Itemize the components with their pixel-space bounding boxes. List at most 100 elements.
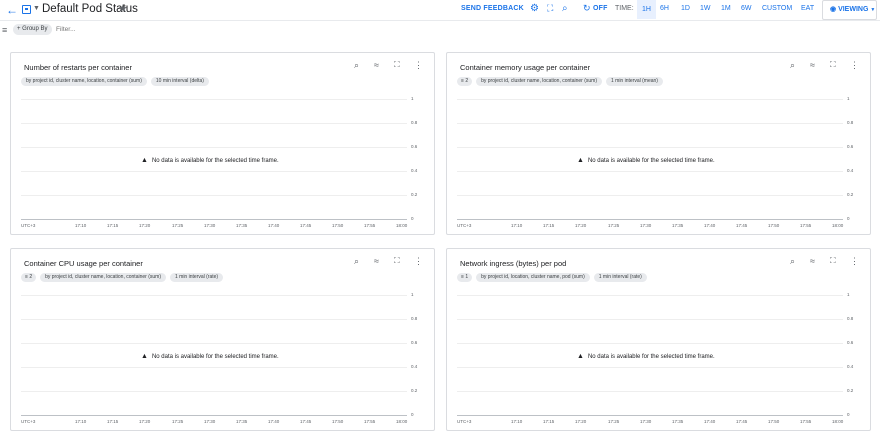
top-bar: ← ▼ Default Pod Status ★ SEND FEEDBACK ⚙… [0,0,880,21]
range-6h[interactable]: 6H [660,5,669,12]
expand-icon[interactable]: ⛶ [830,256,836,266]
x-tick-label: 17:15 [107,223,119,228]
chevron-down-icon[interactable]: ▼ [33,5,40,12]
gridline [21,219,407,220]
no-data-text: No data is available for the selected ti… [151,158,279,164]
back-arrow-icon[interactable]: ← [6,3,18,17]
gridline [21,295,407,296]
gridline [457,295,843,296]
x-tick-label: 17:15 [543,419,555,424]
zoom-reset-icon[interactable]: ⌕ [354,60,359,71]
aggregation-chip[interactable]: 1 min interval (mean) [605,77,663,86]
gridline [457,123,843,124]
aggregation-chip[interactable]: by project id, cluster name, location, c… [21,77,147,86]
gridline [457,391,843,392]
send-feedback-button[interactable]: SEND FEEDBACK [461,5,524,12]
x-tick-label: 17:25 [608,419,620,424]
filter-input[interactable] [56,26,256,33]
card-title: Container memory usage per container [460,63,591,72]
filter-chip[interactable]: ≡ 2 [457,77,473,86]
fullscreen-icon[interactable]: ⛶ [547,3,553,14]
star-icon[interactable]: ★ [118,2,128,15]
y-tick-label: 0.2 [411,388,418,393]
zoom-reset-icon[interactable]: ⌕ [354,256,359,267]
y-tick-label: 0.6 [411,144,418,149]
range-1d[interactable]: 1D [681,5,690,12]
y-tick-label: 1 [847,96,850,101]
y-tick-label: 0.6 [847,340,854,345]
x-tick-label: UTC+3 [21,419,36,424]
legend-icon[interactable]: ≈ [374,256,379,266]
chevron-down-icon: ▼ [870,7,876,13]
more-vert-icon[interactable]: ⋮ [850,60,859,71]
gear-icon[interactable]: ⚙ [530,3,539,14]
gridline [21,343,407,344]
chart-card: Container CPU usage per container ⌕ ≈ ⛶ … [10,248,435,431]
chip-row: ≡ 2 by project id, cluster name, location… [21,273,224,283]
chart-card: Number of restarts per container ⌕ ≈ ⛶ ⋮… [10,52,435,235]
x-tick-label: UTC+3 [457,419,472,424]
gridline [21,99,407,100]
filter-icon[interactable]: ≡ [2,25,7,35]
warning-icon: ▲ [141,157,148,164]
y-tick-label: 0.4 [411,168,418,173]
more-vert-icon[interactable]: ⋮ [414,256,423,267]
legend-icon[interactable]: ≈ [374,60,379,70]
more-vert-icon[interactable]: ⋮ [414,60,423,71]
legend-icon[interactable]: ≈ [810,256,815,266]
dashboard-icon[interactable] [22,5,31,14]
y-tick-label: 0.4 [411,364,418,369]
timezone-selector[interactable]: EAT [801,5,814,12]
range-6w[interactable]: 6W [741,5,752,12]
gridline [457,147,843,148]
zoom-reset-icon[interactable]: ⌕ [790,60,795,71]
refresh-icon[interactable]: ↻ [583,3,591,14]
zoom-reset-icon[interactable]: ⌕ [562,3,568,14]
gridline [457,343,843,344]
x-tick-label: 17:50 [332,223,344,228]
more-vert-icon[interactable]: ⋮ [850,256,859,267]
aggregation-chip[interactable]: by project id, cluster name, location, c… [476,77,602,86]
range-1m[interactable]: 1M [721,5,731,12]
gridline [457,219,843,220]
group-by-button[interactable]: + Group By [13,24,52,35]
auto-refresh-toggle[interactable]: OFF [593,5,608,12]
legend-icon[interactable]: ≈ [810,60,815,70]
x-tick-label: 17:30 [640,419,652,424]
x-tick-label: 17:40 [704,223,716,228]
gridline [457,171,843,172]
viewing-label: VIEWING [838,6,869,13]
gridline [457,367,843,368]
x-tick-label: 18:00 [396,223,408,228]
x-tick-label: 17:20 [139,223,151,228]
x-tick-label: 17:25 [608,223,620,228]
card-title: Network ingress (bytes) per pod [460,259,567,268]
expand-icon[interactable]: ⛶ [394,256,400,266]
x-tick-label: 17:30 [640,223,652,228]
x-tick-label: 17:35 [672,223,684,228]
viewing-dropdown[interactable]: ◉ VIEWING ▼ [822,0,877,20]
zoom-reset-icon[interactable]: ⌕ [790,256,795,267]
aggregation-chip[interactable]: by project id, cluster name, location, c… [40,273,166,282]
expand-icon[interactable]: ⛶ [830,60,836,70]
filter-chip[interactable]: ≡ 1 [457,273,473,282]
y-tick-label: 0 [411,412,414,417]
range-1w[interactable]: 1W [700,5,711,12]
warning-icon: ▲ [577,157,584,164]
aggregation-chip[interactable]: by project id, location, cluster name, p… [476,273,590,282]
x-tick-label: 18:00 [832,223,844,228]
gridline [21,195,407,196]
gridline [21,319,407,320]
expand-icon[interactable]: ⛶ [394,60,400,70]
range-custom[interactable]: CUSTOM [762,5,792,12]
y-tick-label: 0.2 [411,192,418,197]
filter-count: 2 [29,274,33,280]
filter-chip[interactable]: ≡ 2 [21,273,37,282]
x-tick-label: UTC+3 [21,223,36,228]
filter-count: 2 [465,78,469,84]
range-1h[interactable]: 1H [637,0,656,19]
y-tick-label: 0.6 [847,144,854,149]
aggregation-chip[interactable]: 1 min interval (rate) [169,273,224,282]
aggregation-chip[interactable]: 1 min interval (rate) [593,273,647,282]
aggregation-chip[interactable]: 10 min interval (delta) [150,77,209,86]
